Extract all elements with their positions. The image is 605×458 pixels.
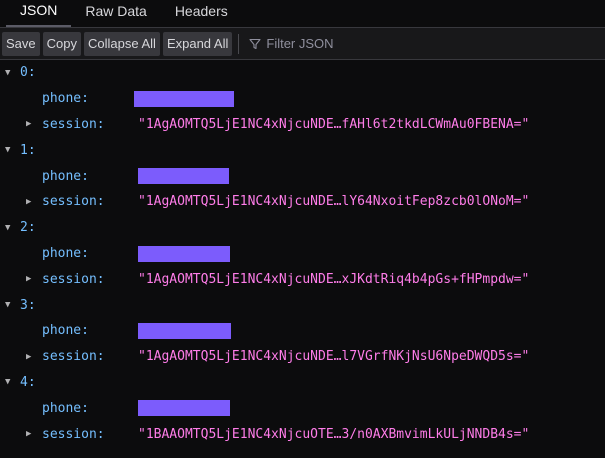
redacted-phone-value <box>134 90 234 107</box>
tree-row-session[interactable]: ▶ session: "1AgAOMTQ5LjE1NC4xNjcuNDE…fAH… <box>0 112 605 138</box>
tree-row-index[interactable]: ▼ 4: <box>0 370 605 396</box>
toolbar-separator <box>238 33 240 54</box>
filter-box[interactable] <box>249 36 467 51</box>
tree-row-session[interactable]: ▶ session: "1BAAOMTQ5LjE1NC4xNjcuOTE…3/n… <box>0 421 605 447</box>
triangle-down-icon[interactable]: ▼ <box>5 145 10 155</box>
index-key: 1: <box>20 142 36 158</box>
session-value: "1AgAOMTQ5LjE1NC4xNjcuNDE…fAHl6t2tkdLCWm… <box>138 116 530 132</box>
redacted-phone-value <box>138 245 230 262</box>
toolbar: Save Copy Collapse All Expand All <box>0 28 605 60</box>
tab-headers[interactable]: Headers <box>161 0 242 27</box>
tree-row-phone[interactable]: phone: <box>0 318 605 344</box>
triangle-right-icon[interactable]: ▶ <box>26 197 31 207</box>
tree-row-index[interactable]: ▼ 0: <box>0 60 605 86</box>
expand-all-button[interactable]: Expand All <box>162 31 233 56</box>
phone-key: phone: <box>42 91 89 107</box>
triangle-right-icon[interactable]: ▶ <box>26 352 31 362</box>
redacted-phone-value <box>138 400 230 417</box>
session-value: "1AgAOMTQ5LjE1NC4xNjcuNDE…lY64NxoitFep8z… <box>138 194 530 210</box>
session-value: "1AgAOMTQ5LjE1NC4xNjcuNDE…xJKdtRiq4b4pGs… <box>138 271 530 287</box>
save-button[interactable]: Save <box>2 31 40 56</box>
funnel-icon <box>249 38 261 49</box>
tab-raw-data[interactable]: Raw Data <box>71 0 160 27</box>
session-key: session: <box>42 116 105 132</box>
phone-key: phone: <box>42 400 89 416</box>
phone-key: phone: <box>42 245 89 261</box>
triangle-right-icon[interactable]: ▶ <box>26 429 31 439</box>
session-key: session: <box>42 194 105 210</box>
copy-button[interactable]: Copy <box>42 31 81 56</box>
phone-key: phone: <box>42 323 89 339</box>
session-key: session: <box>42 271 105 287</box>
index-key: 0: <box>20 65 36 81</box>
tree-row-index[interactable]: ▼ 2: <box>0 215 605 241</box>
redacted-phone-value <box>138 168 229 185</box>
tree-row-phone[interactable]: phone: <box>0 163 605 189</box>
tab-bar: JSON Raw Data Headers <box>0 0 605 28</box>
tree-row-phone[interactable]: phone: <box>0 86 605 112</box>
tree-row-index[interactable]: ▼ 3: <box>0 292 605 318</box>
session-value: "1BAAOMTQ5LjE1NC4xNjcuOTE…3/n0AXBmvimLkU… <box>138 426 530 442</box>
tree-row-session[interactable]: ▶ session: "1AgAOMTQ5LjE1NC4xNjcuNDE…lY6… <box>0 189 605 215</box>
tree-row-index[interactable]: ▼ 1: <box>0 137 605 163</box>
tree-row-session[interactable]: ▶ session: "1AgAOMTQ5LjE1NC4xNjcuNDE…xJK… <box>0 266 605 292</box>
session-key: session: <box>42 349 105 365</box>
triangle-right-icon[interactable]: ▶ <box>26 274 31 284</box>
triangle-down-icon[interactable]: ▼ <box>5 377 10 387</box>
tree-row-phone[interactable]: phone: <box>0 241 605 267</box>
triangle-down-icon[interactable]: ▼ <box>5 300 10 310</box>
index-key: 4: <box>20 374 36 390</box>
redacted-phone-value <box>138 322 231 339</box>
session-value: "1AgAOMTQ5LjE1NC4xNjcuNDE…l7VGrfNKjNsU6N… <box>138 349 530 365</box>
tree-row-session[interactable]: ▶ session: "1AgAOMTQ5LjE1NC4xNjcuNDE…l7V… <box>0 344 605 370</box>
json-tree: ▼ 0: phone: ▶ session: "1AgAOMTQ5LjE1NC4… <box>0 60 605 447</box>
filter-json-input[interactable] <box>266 36 467 51</box>
index-key: 3: <box>20 297 36 313</box>
triangle-right-icon[interactable]: ▶ <box>26 119 31 129</box>
index-key: 2: <box>20 220 36 236</box>
tab-json[interactable]: JSON <box>6 0 72 27</box>
triangle-down-icon[interactable]: ▼ <box>5 68 10 78</box>
tree-row-phone[interactable]: phone: <box>0 395 605 421</box>
collapse-all-button[interactable]: Collapse All <box>84 31 160 56</box>
phone-key: phone: <box>42 168 89 184</box>
triangle-down-icon[interactable]: ▼ <box>5 223 10 233</box>
session-key: session: <box>42 426 105 442</box>
